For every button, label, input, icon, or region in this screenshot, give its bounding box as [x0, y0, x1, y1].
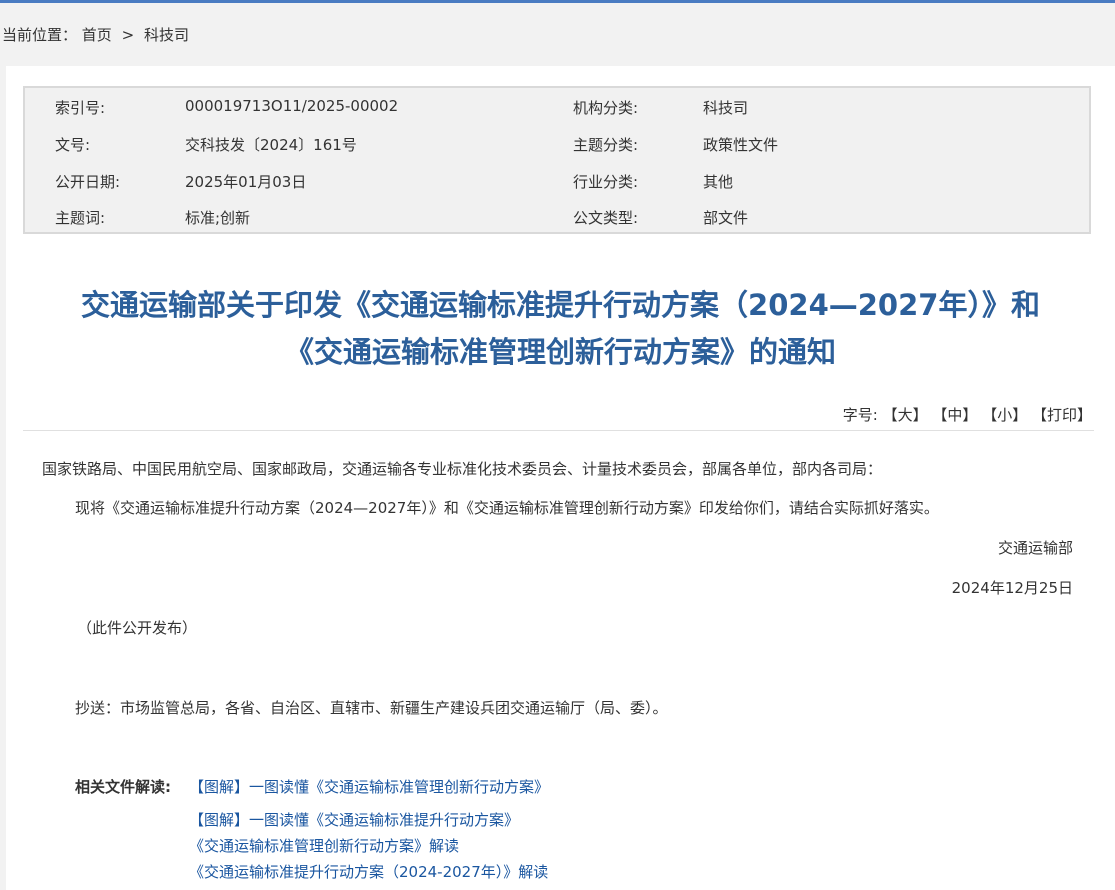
- org-label: 机构分类:: [573, 99, 639, 117]
- industry-label: 行业分类:: [573, 173, 639, 191]
- font-size-medium-button[interactable]: 【中】: [932, 406, 977, 424]
- org-value: 科技司: [703, 99, 749, 117]
- breadcrumb-home-link[interactable]: 首页: [82, 26, 112, 44]
- meta-row: 公开日期: 2025年01月03日 行业分类: 其他: [25, 171, 1089, 191]
- recipients-paragraph: 国家铁路局、中国民用航空局、国家邮政局，交通运输各专业标准化技术委员会、计量技术…: [42, 460, 883, 478]
- meta-row: 索引号: 000019713O11/2025-00002 机构分类: 科技司: [25, 97, 1089, 117]
- cc-paragraph: 抄送：市场监管总局，各省、自治区、直辖市、新疆生产建设兵团交通运输厅（局、委）。: [75, 699, 668, 717]
- docno-value: 交科技发〔2024〕161号: [185, 136, 357, 154]
- doctype-value: 部文件: [703, 209, 749, 227]
- keyword-label: 主题词:: [55, 209, 106, 227]
- industry-value: 其他: [703, 173, 734, 191]
- font-size-label: 字号:: [842, 406, 878, 424]
- breadcrumb-prefix: 当前位置：: [2, 26, 78, 44]
- title-line-2: 《交通运输标准管理创新行动方案》的通知: [284, 335, 836, 369]
- document-meta-table: 索引号: 000019713O11/2025-00002 机构分类: 科技司 文…: [23, 86, 1091, 234]
- related-docs-label: 相关文件解读:: [75, 778, 171, 796]
- breadcrumb-current-link[interactable]: 科技司: [144, 26, 189, 44]
- topic-value: 政策性文件: [703, 136, 779, 154]
- font-size-large-button[interactable]: 【大】: [883, 406, 928, 424]
- meta-row: 文号: 交科技发〔2024〕161号 主题分类: 政策性文件: [25, 134, 1089, 154]
- top-accent-line: [0, 0, 1115, 3]
- docno-label: 文号:: [55, 136, 91, 154]
- font-size-controls: 字号: 【大】 【中】 【小】 【打印】: [843, 404, 1092, 425]
- keyword-value: 标准;创新: [185, 209, 251, 227]
- sign-date: 2024年12月25日: [951, 579, 1073, 597]
- title-line-1: 交通运输部关于印发《交通运输标准提升行动方案（2024—2027年）》和: [81, 288, 1040, 322]
- meta-row: 主题词: 标准;创新 公文类型: 部文件: [25, 207, 1089, 227]
- topic-label: 主题分类:: [573, 136, 639, 154]
- breadcrumb: 当前位置： 首页 > 科技司: [2, 24, 189, 45]
- index-value: 000019713O11/2025-00002: [185, 97, 399, 115]
- content-panel: 索引号: 000019713O11/2025-00002 机构分类: 科技司 文…: [6, 66, 1115, 890]
- date-value: 2025年01月03日: [185, 173, 307, 191]
- divider: [23, 430, 1094, 431]
- doctype-label: 公文类型:: [573, 209, 639, 227]
- related-link[interactable]: 《交通运输标准提升行动方案（2024-2027年）》解读: [189, 861, 548, 882]
- related-link[interactable]: 《交通运输标准管理创新行动方案》解读: [189, 835, 459, 856]
- signer: 交通运输部: [997, 539, 1073, 557]
- font-size-small-button[interactable]: 【小】: [982, 406, 1027, 424]
- page-title: 交通运输部关于印发《交通运输标准提升行动方案（2024—2027年）》和 《交通…: [6, 282, 1115, 376]
- breadcrumb-separator: >: [121, 26, 135, 44]
- date-label: 公开日期:: [55, 173, 121, 191]
- public-note: （此件公开发布）: [77, 619, 198, 637]
- main-paragraph: 现将《交通运输标准提升行动方案（2024—2027年）》和《交通运输标准管理创新…: [75, 499, 939, 517]
- related-link[interactable]: 【图解】一图读懂《交通运输标准管理创新行动方案》: [189, 776, 549, 797]
- related-link[interactable]: 【图解】一图读懂《交通运输标准提升行动方案》: [189, 809, 519, 830]
- index-label: 索引号:: [55, 99, 106, 117]
- print-button[interactable]: 【打印】: [1032, 406, 1092, 424]
